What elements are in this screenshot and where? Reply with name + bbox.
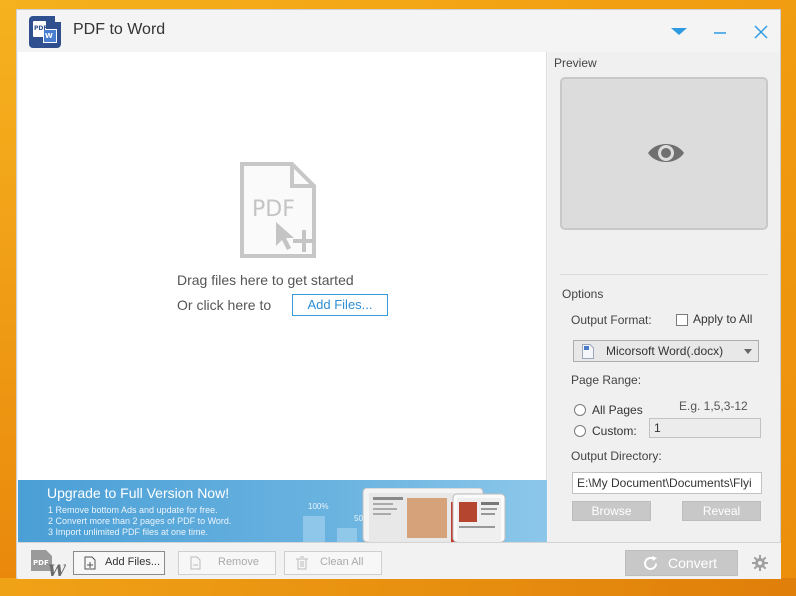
apply-to-all-label[interactable]: Apply to All [693, 312, 752, 326]
drag-files-hint: Drag files here to get started [177, 272, 354, 288]
output-directory-label: Output Directory: [571, 449, 662, 463]
add-files-button[interactable]: Add Files... [73, 551, 165, 575]
logo-text-w: W [45, 32, 53, 40]
title-bar: PDF W PDF to Word [17, 10, 780, 52]
add-files-link-button[interactable]: Add Files... [292, 294, 388, 316]
page-range-label: Page Range: [571, 373, 642, 387]
eye-icon [648, 144, 684, 162]
convert-button-label: Convert [668, 555, 718, 571]
convert-button[interactable]: Convert [625, 550, 738, 576]
all-pages-label[interactable]: All Pages [592, 403, 643, 417]
page-range-example: E.g. 1,5,3-12 [679, 399, 748, 413]
options-label: Options [562, 287, 604, 301]
minimize-button[interactable] [710, 22, 730, 42]
reveal-button[interactable]: Reveal [682, 501, 761, 521]
options-panel: Preview Options Output Format: Apply to … [548, 52, 780, 542]
trash-icon [296, 556, 308, 570]
dropdown-menu-button[interactable] [669, 22, 689, 42]
click-here-text: Or click here to [177, 297, 272, 313]
custom-pages-label[interactable]: Custom: [592, 424, 637, 438]
word-document-icon [582, 344, 594, 359]
devices-illustration-icon [303, 488, 506, 542]
output-format-value: Micorsoft Word(.docx) [606, 344, 724, 358]
logo-text-pdf-small: PDF [33, 559, 49, 567]
desktop-background-bottom [0, 578, 796, 596]
triangle-down-icon [671, 28, 687, 35]
refresh-icon [644, 556, 657, 570]
preview-label: Preview [554, 56, 597, 70]
all-pages-radio[interactable] [574, 404, 586, 416]
banner-line-1: 1 Remove bottom Ads and update for free. [48, 505, 218, 515]
gear-icon[interactable] [752, 555, 768, 571]
pdf-to-word-logo-icon: PDF W [31, 550, 66, 577]
panel-divider [560, 274, 768, 275]
file-drop-area[interactable]: PDF Drag files here to get started Or cl… [18, 52, 547, 480]
logo-text-pdf: PDF [34, 25, 48, 32]
clean-all-button-label: Clean All [320, 556, 364, 568]
close-button[interactable] [751, 22, 771, 42]
pdf-icon-text: PDF [252, 197, 295, 222]
banner-percent-label-2: 50 [354, 514, 363, 523]
output-format-select[interactable]: Micorsoft Word(.docx) [573, 340, 759, 362]
custom-pages-radio[interactable] [574, 425, 586, 437]
app-logo-icon: PDF W [29, 16, 61, 48]
browse-button[interactable]: Browse [572, 501, 651, 521]
banner-title: Upgrade to Full Version Now! [47, 485, 230, 501]
remove-button-label: Remove [218, 556, 259, 568]
apply-to-all-checkbox[interactable] [676, 314, 688, 326]
custom-page-range-input[interactable]: 1 [649, 418, 761, 438]
clean-all-button[interactable]: Clean All [284, 551, 382, 575]
output-directory-field[interactable]: E:\My Document\Documents\Flyi [572, 472, 762, 494]
banner-line-2: 2 Convert more than 2 pages of PDF to Wo… [48, 516, 232, 526]
add-files-button-label: Add Files... [105, 556, 161, 568]
remove-file-icon [190, 556, 201, 570]
preview-box[interactable] [560, 77, 768, 230]
pdf-add-file-icon: PDF [240, 162, 316, 258]
remove-button[interactable]: Remove [178, 551, 276, 575]
add-file-icon [84, 556, 96, 570]
upgrade-banner-ad[interactable]: Upgrade to Full Version Now! 1 Remove bo… [18, 480, 547, 542]
logo-text-w-small: W [48, 561, 66, 577]
banner-percent-label: 100% [308, 502, 329, 511]
banner-line-3: 3 Import unlimited PDF files at one time… [48, 527, 209, 537]
window-title: PDF to Word [73, 21, 166, 38]
app-window: PDF W PDF to Word PDF Drag files here to… [16, 9, 781, 579]
close-icon [754, 25, 768, 39]
minimize-icon [714, 32, 726, 34]
chevron-down-icon [744, 349, 752, 354]
output-format-label: Output Format: [571, 313, 652, 327]
bottom-toolbar: PDF W Add Files... Remove Clean All Conv… [18, 542, 781, 579]
desktop-background [0, 0, 16, 596]
